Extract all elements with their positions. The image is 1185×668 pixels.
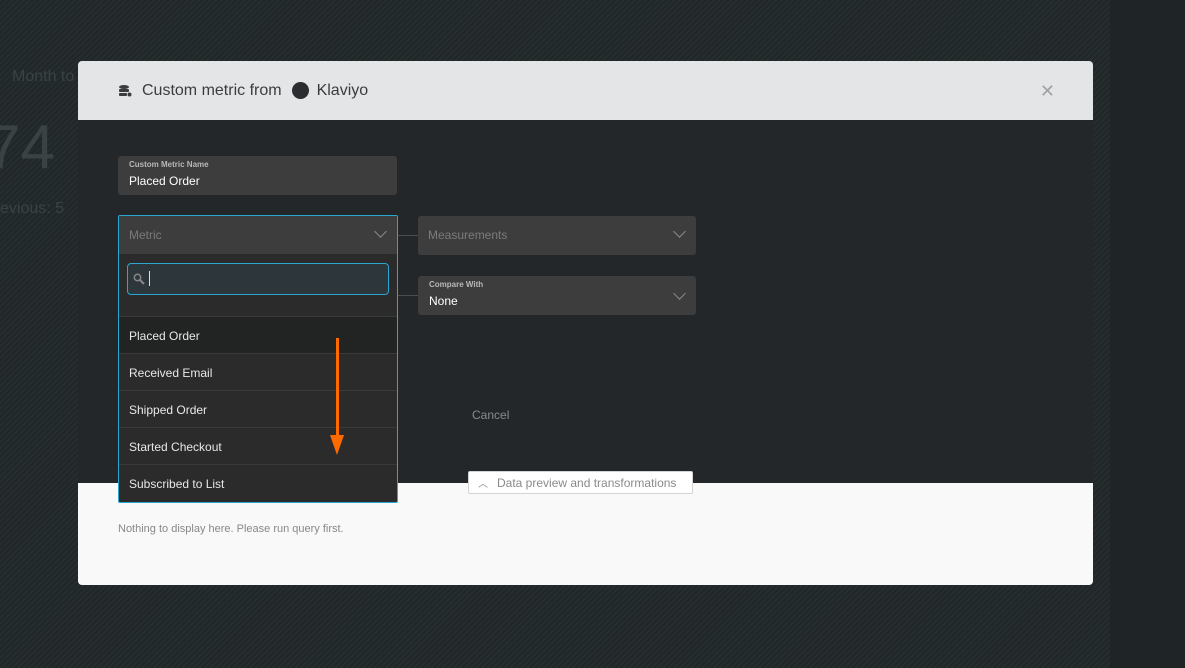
measurements-placeholder: Measurements [428, 228, 508, 242]
name-value: Placed Order [129, 174, 200, 188]
compare-label: Compare With [429, 280, 484, 289]
search-icon [133, 273, 145, 285]
metric-option[interactable]: Shipped Order [119, 390, 397, 427]
chevron-down-icon [374, 225, 387, 238]
bg-strip [1110, 0, 1185, 668]
data-preview-label: Data preview and transformations [497, 476, 677, 490]
chevron-up-icon: ︿ [478, 479, 488, 490]
custom-metric-modal: Custom metric from Klaviyo ✕ Custom Metr… [78, 61, 1093, 585]
modal-title: Custom metric from [142, 81, 282, 99]
bg-period-label: Month to [12, 68, 75, 85]
measurements-select[interactable]: Measurements [418, 216, 696, 255]
compare-with-select[interactable]: Compare With None [418, 276, 696, 315]
klaviyo-logo-icon [291, 82, 309, 99]
database-icon [119, 84, 132, 96]
metric-search-input[interactable] [127, 263, 389, 295]
scroll-hint-arrow [336, 338, 339, 438]
text-cursor [149, 271, 150, 286]
data-preview-toggle[interactable]: ︿ Data preview and transformations [468, 471, 693, 494]
metric-dropdown[interactable]: Metric Placed Order Received Email Shipp… [118, 215, 398, 503]
metric-option[interactable]: Subscribed to List [119, 464, 397, 501]
cancel-button[interactable]: Cancel [472, 408, 509, 422]
bg-previous: evious: 5 [0, 200, 65, 217]
modal-header: Custom metric from Klaviyo ✕ [78, 61, 1093, 120]
source-name: Klaviyo [316, 81, 369, 99]
name-label: Custom Metric Name [129, 160, 209, 169]
metric-option[interactable]: Placed Order [119, 316, 397, 353]
empty-message: Nothing to display here. Please run quer… [118, 523, 344, 535]
metric-option[interactable]: Started Checkout [119, 427, 397, 464]
chevron-down-icon [673, 287, 686, 300]
metric-option[interactable]: Received Email [119, 353, 397, 390]
metric-placeholder: Metric [129, 228, 162, 242]
arrow-down-icon [330, 435, 344, 455]
connector-line [398, 235, 418, 236]
chevron-down-icon [673, 225, 686, 238]
metric-select[interactable]: Metric [119, 216, 397, 254]
close-icon[interactable]: ✕ [1040, 81, 1055, 102]
custom-metric-name-field[interactable]: Custom Metric Name Placed Order [118, 156, 397, 195]
connector-line [398, 295, 418, 296]
compare-value: None [429, 294, 458, 308]
bg-value: 74 [0, 113, 55, 182]
